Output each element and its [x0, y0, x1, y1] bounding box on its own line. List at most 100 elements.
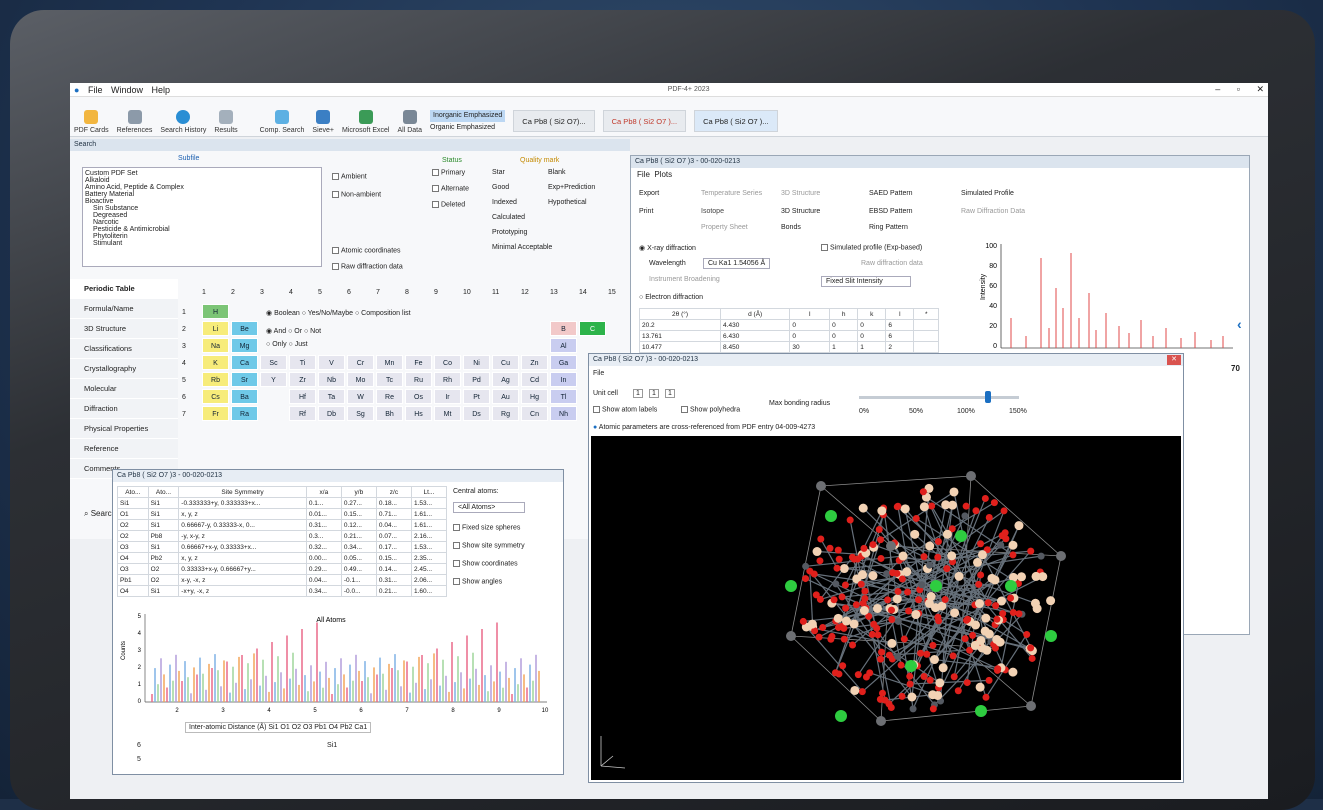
- element-hg[interactable]: Hg: [521, 389, 548, 404]
- element-tl[interactable]: Tl: [550, 389, 577, 404]
- temperature-series-button[interactable]: Temperature Series: [701, 190, 762, 197]
- table-row[interactable]: 13.761 6.430 0 0 0 6: [638, 330, 939, 342]
- element-rh[interactable]: Rh: [434, 372, 461, 387]
- close-icon[interactable]: ✕: [1167, 355, 1181, 365]
- atomic-coords-option[interactable]: Atomic coordinates: [332, 247, 401, 254]
- table-row[interactable]: O3 O2 0.33333+x-y, 0.66667+y... 0.29... 0.49…: [117, 563, 448, 575]
- col-atom1[interactable]: Ato...: [117, 486, 149, 498]
- excel-button[interactable]: Microsoft Excel: [342, 110, 390, 134]
- element-mo[interactable]: Mo: [347, 372, 374, 387]
- export-button[interactable]: Export: [639, 190, 659, 197]
- table-row[interactable]: 20.2 4.430 0 0 0 6: [638, 319, 939, 331]
- element-hs[interactable]: Hs: [405, 406, 432, 421]
- subfile-item[interactable]: Amino Acid, Peptide & Complex: [85, 184, 319, 191]
- col-site-symmetry[interactable]: Site Symmetry: [178, 486, 307, 498]
- status-alternate[interactable]: Alternate: [432, 185, 469, 192]
- nav-classifications[interactable]: Classifications: [70, 339, 178, 359]
- subfile-item[interactable]: Degreased: [85, 212, 319, 219]
- element-pd[interactable]: Pd: [463, 372, 490, 387]
- menu-file[interactable]: File: [88, 85, 103, 95]
- quality-calculated[interactable]: Calculated: [492, 214, 525, 221]
- element-db[interactable]: Db: [318, 406, 345, 421]
- doc-tab-1[interactable]: Ca Pb8 ( Si2 O7)...: [513, 110, 595, 132]
- element-y[interactable]: Y: [260, 372, 287, 387]
- element-cn[interactable]: Cn: [521, 406, 548, 421]
- element-mt[interactable]: Mt: [434, 406, 461, 421]
- element-be[interactable]: Be: [231, 321, 258, 336]
- element-rg[interactable]: Rg: [492, 406, 519, 421]
- property-sheet-button[interactable]: Property Sheet: [701, 224, 748, 231]
- quality-hypothetical[interactable]: Hypothetical: [548, 199, 587, 206]
- quality-blank[interactable]: Blank: [548, 169, 566, 176]
- element-os[interactable]: Os: [405, 389, 432, 404]
- col-xa[interactable]: x/a: [305, 486, 342, 498]
- nav-molecular[interactable]: Molecular: [70, 379, 178, 399]
- element-cd[interactable]: Cd: [521, 372, 548, 387]
- deleted-checkbox[interactable]: [432, 201, 439, 208]
- element-sc[interactable]: Sc: [260, 355, 287, 370]
- central-atoms-select[interactable]: <All Atoms>: [453, 502, 525, 513]
- subfile-item[interactable]: Narcotic: [85, 219, 319, 226]
- simulated-profile-button[interactable]: Simulated Profile: [961, 190, 1014, 197]
- nav-reference[interactable]: Reference: [70, 439, 178, 459]
- instrument-broadening[interactable]: Instrument Broadening: [649, 276, 720, 283]
- element-nb[interactable]: Nb: [318, 372, 345, 387]
- quality-minimal[interactable]: Minimal Acceptable: [492, 244, 552, 251]
- nav-physical-properties[interactable]: Physical Properties: [70, 419, 178, 439]
- card-menu-plots[interactable]: Plots: [654, 170, 672, 179]
- subfile-item[interactable]: Stimulant: [85, 240, 319, 247]
- quality-prototyping[interactable]: Prototyping: [492, 229, 527, 236]
- references-button[interactable]: References: [117, 110, 152, 134]
- element-zn[interactable]: Zn: [521, 355, 548, 370]
- bonds-dropdown[interactable]: Bonds: [781, 224, 801, 231]
- element-w[interactable]: W: [347, 389, 374, 404]
- ebsd-pattern-button[interactable]: EBSD Pattern: [869, 208, 913, 215]
- nav-crystallography[interactable]: Crystallography: [70, 359, 178, 379]
- subfile-item[interactable]: Bioactive: [85, 198, 319, 205]
- nav-formula-name[interactable]: Formula/Name: [70, 299, 178, 319]
- unit-cell-c[interactable]: 1: [665, 389, 675, 398]
- element-li[interactable]: Li: [202, 321, 229, 336]
- element-ru[interactable]: Ru: [405, 372, 432, 387]
- element-k[interactable]: K: [202, 355, 229, 370]
- table-row[interactable]: O4 Pb2 x, y, z 0.00... 0.05... 0.15... 2.35...: [117, 552, 448, 564]
- electron-radio[interactable]: ○ Electron diffraction: [639, 294, 703, 301]
- element-in[interactable]: In: [550, 372, 577, 387]
- element-b[interactable]: B: [550, 321, 577, 336]
- inorganic-emphasized-option[interactable]: Inorganic Emphasized: [430, 110, 506, 122]
- non-ambient-option[interactable]: Non-ambient: [332, 191, 381, 198]
- element-mg[interactable]: Mg: [231, 338, 258, 353]
- col-d[interactable]: d (Å): [720, 308, 791, 320]
- element-sg[interactable]: Sg: [347, 406, 374, 421]
- menu-help[interactable]: Help: [152, 85, 171, 95]
- search-history-button[interactable]: Search History: [160, 110, 206, 134]
- isotope-button[interactable]: Isotope: [701, 208, 724, 215]
- table-row[interactable]: Si1 Si1 -0.333333+y, 0.333333+x... 0.1... 0.…: [117, 497, 448, 509]
- subfile-item[interactable]: Phytoliterin: [85, 233, 319, 240]
- xray-radio[interactable]: ◉ X-ray diffraction: [639, 244, 696, 252]
- col-l[interactable]: l: [885, 308, 915, 320]
- status-deleted[interactable]: Deleted: [432, 201, 465, 208]
- print-button[interactable]: Print: [639, 208, 653, 215]
- element-ag[interactable]: Ag: [492, 372, 519, 387]
- results-button[interactable]: Results: [214, 110, 238, 134]
- quality-indexed[interactable]: Indexed: [492, 199, 517, 206]
- sieve-button[interactable]: Sieve+: [312, 110, 334, 134]
- saed-pattern-button[interactable]: SAED Pattern: [869, 190, 913, 197]
- nav-periodic-table[interactable]: Periodic Table: [70, 279, 178, 299]
- element-re[interactable]: Re: [376, 389, 403, 404]
- table-row[interactable]: O2 Pb8 -y, x-y, z 0.3... 0.21... 0.07... 2.16.…: [117, 530, 448, 542]
- fixed-size-spheres[interactable]: Fixed size spheres: [453, 524, 520, 531]
- atomic-coords-checkbox[interactable]: [332, 247, 339, 254]
- nav-3d-structure[interactable]: 3D Structure: [70, 319, 178, 339]
- col-h[interactable]: h: [829, 308, 859, 320]
- element-cr[interactable]: Cr: [347, 355, 374, 370]
- show-coordinates[interactable]: Show coordinates: [453, 560, 518, 567]
- element-fr[interactable]: Fr: [202, 406, 229, 421]
- col-yb[interactable]: y/b: [340, 486, 377, 498]
- angles-checkbox[interactable]: [453, 578, 460, 585]
- unit-cell-a[interactable]: 1: [633, 389, 643, 398]
- element-tc[interactable]: Tc: [376, 372, 403, 387]
- element-co[interactable]: Co: [434, 355, 461, 370]
- element-ta[interactable]: Ta: [318, 389, 345, 404]
